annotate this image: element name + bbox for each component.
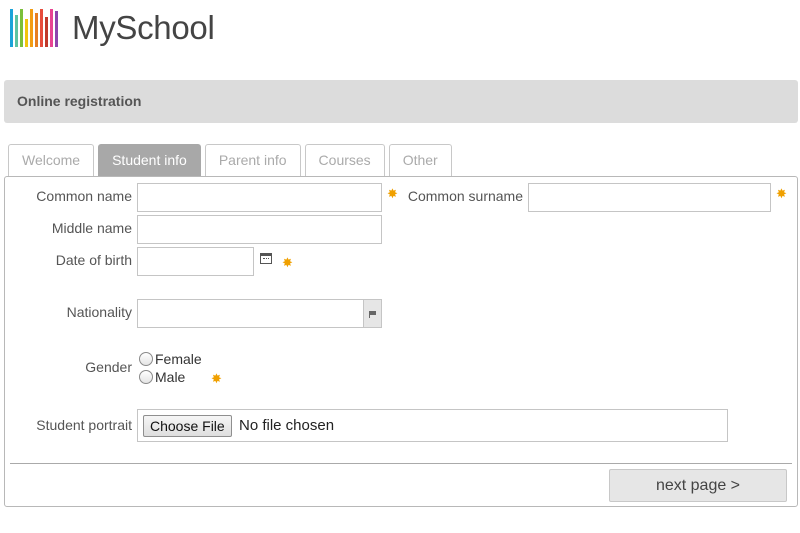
logo-bar <box>50 9 53 47</box>
common-name-input[interactable] <box>137 183 382 212</box>
flag-icon <box>369 311 376 318</box>
next-page-button[interactable]: next page > <box>609 469 787 502</box>
logo-bar <box>40 9 43 47</box>
page-title: Online registration <box>17 93 142 109</box>
logo-text: MySchool <box>72 9 215 46</box>
nationality-label: Nationality <box>66 304 132 320</box>
calendar-icon[interactable] <box>260 253 272 264</box>
logo-bar <box>10 9 13 47</box>
date-of-birth-input[interactable] <box>137 247 254 276</box>
logo-bar <box>30 9 33 47</box>
logo: MySchool <box>10 8 215 48</box>
gender-female-label[interactable]: Female <box>155 351 202 367</box>
logo-bar <box>20 9 23 47</box>
nationality-select[interactable] <box>137 299 382 328</box>
gender-female-radio[interactable] <box>139 352 153 366</box>
gender-male-label[interactable]: Male <box>155 369 185 385</box>
logo-bar <box>45 17 48 47</box>
logo-bars-icon <box>10 9 58 47</box>
logo-bar <box>25 19 28 47</box>
common-surname-label: Common surname <box>407 188 523 204</box>
choose-file-button[interactable]: Choose File <box>143 415 232 437</box>
form-divider <box>10 463 792 464</box>
tab-other[interactable]: Other <box>388 144 452 176</box>
date-of-birth-required-icon: ✸ <box>282 255 293 270</box>
gender-required-icon: ✸ <box>211 371 222 386</box>
middle-name-label: Middle name <box>51 220 132 236</box>
tab-bar: Welcome Student info Parent info Courses… <box>8 144 452 176</box>
gender-male-radio[interactable] <box>139 370 153 384</box>
common-name-label: Common name <box>36 188 132 204</box>
common-surname-input[interactable] <box>528 183 771 212</box>
file-status-text: No file chosen <box>239 417 335 434</box>
tab-student-info[interactable]: Student info <box>98 144 201 176</box>
student-portrait-file-input[interactable]: Choose File No file chosen <box>137 409 728 442</box>
logo-bar <box>55 11 58 47</box>
nationality-flag-button[interactable] <box>363 300 381 327</box>
logo-bar <box>15 15 18 47</box>
tab-welcome[interactable]: Welcome <box>8 144 95 176</box>
common-surname-required-icon: ✸ <box>776 186 787 201</box>
middle-name-input[interactable] <box>137 215 382 244</box>
date-of-birth-label: Date of birth <box>55 252 132 268</box>
tab-parent-info[interactable]: Parent info <box>204 144 301 176</box>
gender-label: Gender <box>85 359 132 375</box>
student-portrait-label: Student portrait <box>36 417 132 433</box>
logo-bar <box>35 13 38 47</box>
tab-courses[interactable]: Courses <box>304 144 385 176</box>
page-header: Online registration <box>4 80 798 123</box>
